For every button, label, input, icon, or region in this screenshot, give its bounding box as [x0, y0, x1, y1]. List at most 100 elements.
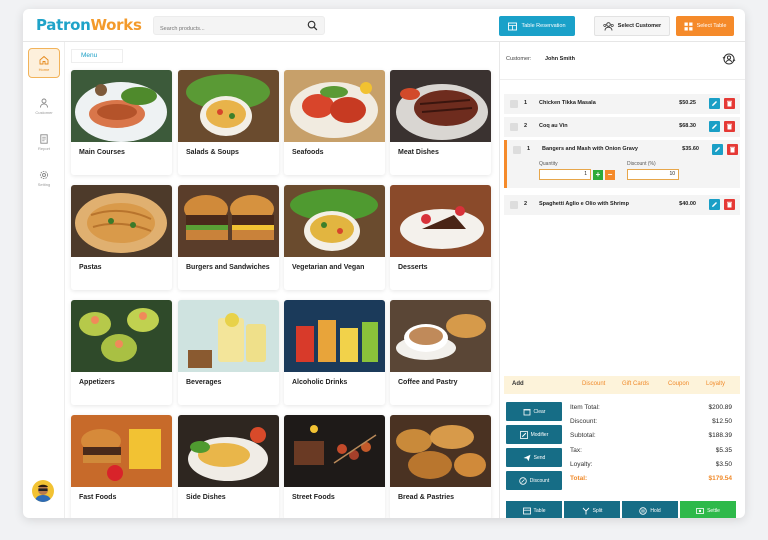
- send-icon: [523, 454, 531, 461]
- sidebar-item-setting[interactable]: Setting: [28, 163, 60, 193]
- category-card-main-courses[interactable]: Main Courses: [71, 70, 172, 175]
- table-reservation-button[interactable]: Table Reservation: [499, 16, 575, 36]
- item-qty: 1: [527, 146, 531, 152]
- minus-button[interactable]: −: [605, 169, 615, 180]
- sidebar-item-report[interactable]: Report: [28, 127, 60, 157]
- item-checkbox[interactable]: [510, 100, 518, 108]
- settle-button[interactable]: Settle: [680, 501, 736, 518]
- coupon-link[interactable]: Coupon: [668, 381, 689, 387]
- category-label: Fast Foods: [79, 494, 117, 501]
- modifier-label: Modifier: [530, 431, 549, 438]
- customer-switch-icon[interactable]: [722, 52, 736, 66]
- select-customer-button[interactable]: Select Customer: [594, 16, 670, 36]
- category-card-vegetarian[interactable]: Vegetarian and Vegan: [284, 185, 385, 290]
- street-foods-image: [284, 415, 385, 487]
- category-card-pastas[interactable]: Pastas: [71, 185, 172, 290]
- summary-label: Tax:: [570, 447, 582, 454]
- order-item-expanded[interactable]: 1 Bangers and Mash with Onion Gravy $35.…: [504, 140, 740, 188]
- summary-label: Subtotal:: [570, 432, 596, 439]
- item-name: Spaghetti Aglio e Olio with Shrimp: [539, 201, 629, 207]
- send-button[interactable]: Send: [506, 448, 562, 467]
- search-box[interactable]: [153, 16, 325, 38]
- category-label: Beverages: [186, 379, 222, 386]
- category-label: Meat Dishes: [398, 149, 439, 156]
- hold-button[interactable]: Hold: [622, 501, 678, 518]
- modifier-button[interactable]: Modifier: [506, 425, 562, 444]
- category-label: Vegetarian and Vegan: [292, 264, 365, 271]
- category-card-meat-dishes[interactable]: Meat Dishes: [390, 70, 491, 175]
- home-icon: [39, 55, 49, 64]
- order-item[interactable]: 2 Spaghetti Aglio e Olio with Shrimp $40…: [504, 195, 740, 215]
- edit-icon[interactable]: [709, 98, 720, 109]
- loyalty-link[interactable]: Loyalty: [706, 381, 725, 387]
- logo: PatronWorks: [36, 16, 142, 34]
- edit-icon[interactable]: [712, 144, 723, 155]
- burgers-image: [178, 185, 279, 257]
- search-icon[interactable]: [307, 20, 318, 31]
- discount-link[interactable]: Discount: [582, 381, 605, 387]
- table-button[interactable]: Table: [506, 501, 562, 518]
- quantity-field[interactable]: 1: [539, 169, 591, 180]
- category-card-appetizers[interactable]: Appetizers: [71, 300, 172, 405]
- item-price: $68.30: [679, 123, 696, 129]
- split-button[interactable]: Split: [564, 501, 620, 518]
- category-card-burgers[interactable]: Burgers and Sandwiches: [178, 185, 279, 290]
- category-card-seafoods[interactable]: Seafoods: [284, 70, 385, 175]
- edit-icon[interactable]: [709, 121, 720, 132]
- gift-cards-link[interactable]: Gift Cards: [622, 381, 649, 387]
- sidebar-item-label: Home: [38, 66, 50, 72]
- category-card-coffee-pastry[interactable]: Coffee and Pastry: [390, 300, 491, 405]
- item-price: $50.25: [679, 100, 696, 106]
- category-card-beverages[interactable]: Beverages: [178, 300, 279, 405]
- beverages-image: [178, 300, 279, 372]
- delete-icon[interactable]: [724, 121, 735, 132]
- split-label: Split: [592, 507, 603, 514]
- alcoholic-drinks-image: [284, 300, 385, 372]
- search-input[interactable]: [154, 20, 294, 38]
- add-label[interactable]: Add: [512, 381, 524, 387]
- select-customer-label: Select Customer: [617, 23, 662, 29]
- category-card-fast-foods[interactable]: Fast Foods: [71, 415, 172, 518]
- report-icon: [40, 133, 48, 144]
- category-label: Pastas: [79, 264, 102, 271]
- item-checkbox[interactable]: [513, 146, 521, 154]
- category-card-bread-pastries[interactable]: Bread & Pastries: [390, 415, 491, 518]
- edit-icon[interactable]: [709, 199, 720, 210]
- category-card-alcoholic-drinks[interactable]: Alcoholic Drinks: [284, 300, 385, 405]
- divider: [500, 79, 745, 80]
- discount-button[interactable]: Discount: [506, 471, 562, 490]
- hold-icon: [639, 506, 648, 515]
- item-qty: 2: [524, 123, 528, 129]
- item-checkbox[interactable]: [510, 123, 518, 131]
- category-label: Seafoods: [292, 149, 324, 156]
- item-price: $35.60: [682, 146, 699, 152]
- delete-icon[interactable]: [724, 98, 735, 109]
- category-label: Desserts: [398, 264, 428, 271]
- item-name: Chicken Tikka Masala: [539, 100, 596, 106]
- sidebar-item-customer[interactable]: Customer: [28, 91, 60, 121]
- discount-field[interactable]: 10: [627, 169, 679, 180]
- avatar[interactable]: [32, 480, 54, 502]
- split-icon: [582, 507, 589, 514]
- category-card-desserts[interactable]: Desserts: [390, 185, 491, 290]
- plus-button[interactable]: +: [593, 169, 603, 180]
- order-item[interactable]: 1 Chicken Tikka Masala $50.25: [504, 94, 740, 114]
- clear-button[interactable]: Clear: [506, 402, 562, 421]
- modifier-icon: [519, 430, 528, 439]
- pos-window: PatronWorks Table Reservation Select Cus…: [23, 9, 745, 518]
- category-card-side-dishes[interactable]: Side Dishes: [178, 415, 279, 518]
- gear-icon: [39, 170, 49, 179]
- select-table-button[interactable]: Select Table: [676, 16, 734, 36]
- category-card-street-foods[interactable]: Street Foods: [284, 415, 385, 518]
- item-checkbox[interactable]: [510, 201, 518, 209]
- category-card-salads-soups[interactable]: Salads & Soups: [178, 70, 279, 175]
- sidebar-item-label: Setting: [37, 181, 51, 187]
- order-item[interactable]: 2 Coq au Vin $68.30: [504, 117, 740, 137]
- hold-label: Hold: [650, 507, 661, 514]
- tab-menu[interactable]: Menu: [71, 49, 123, 63]
- delete-icon[interactable]: [727, 144, 738, 155]
- fast-foods-image: [71, 415, 172, 487]
- delete-icon[interactable]: [724, 199, 735, 210]
- sidebar-item-label: Customer: [35, 109, 53, 115]
- sidebar-item-home[interactable]: Home: [28, 48, 60, 78]
